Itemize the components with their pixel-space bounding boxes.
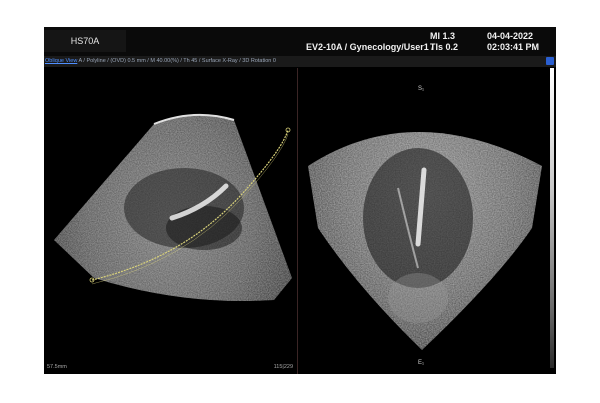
depth-readout: 57.5mm [47, 364, 67, 370]
oblique-view-link[interactable]: Oblique View [44, 58, 77, 64]
orientation-bottom: E₁ [418, 360, 425, 366]
expand-button[interactable] [546, 57, 554, 65]
preset-label: EV2-10A / Gynecology/User1 / [306, 42, 434, 52]
header-bar: HS70A EV2-10A / Gynecology/User1 / MI 1.… [44, 27, 556, 56]
date-readout: 04-04-2022 [487, 31, 534, 41]
right-ultrasound-image [308, 132, 542, 350]
orientation-top: S₁ [418, 86, 425, 92]
time-readout: 02:03:41 PM [487, 42, 540, 52]
left-image-pane[interactable]: 57.5mm 115|229 [44, 68, 298, 374]
tis-readout: TIs 0.2 [430, 42, 459, 52]
ultrasound-screen: HS70A EV2-10A / Gynecology/User1 / MI 1.… [44, 27, 556, 374]
frame-counter: 115|229 [273, 364, 293, 370]
info-bar: Oblique View A / Polyline / (OVD) 0.5 mm… [44, 56, 556, 67]
model-name: HS70A [44, 30, 126, 52]
left-ultrasound-image [54, 113, 292, 302]
right-image-pane[interactable]: S₁ E₁ [298, 68, 556, 374]
gray-scale-bar [550, 68, 554, 368]
mi-readout: MI 1.3 [430, 31, 456, 41]
scan-params: A / Polyline / (OVD) 0.5 mm / M 40.00(%)… [77, 58, 276, 64]
